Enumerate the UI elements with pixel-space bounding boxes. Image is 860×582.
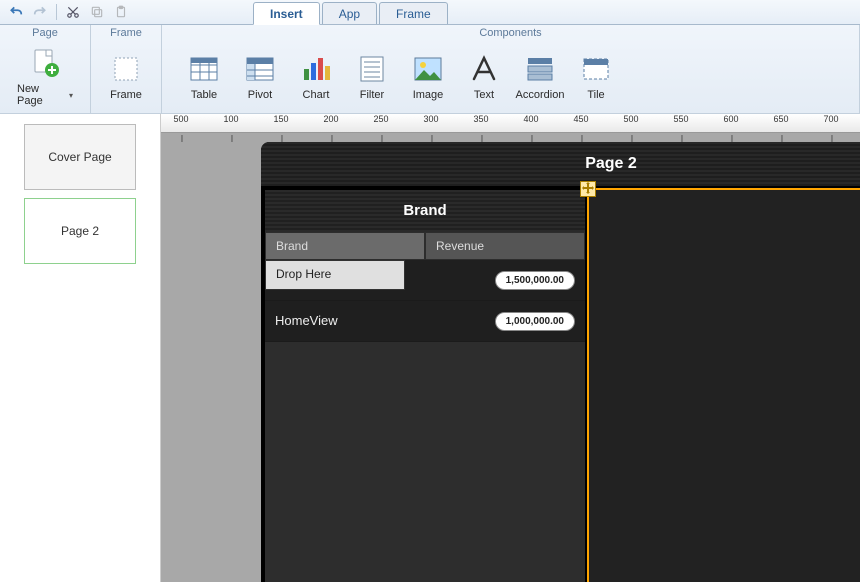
ruler-tick: 400 — [523, 114, 538, 124]
ruler-tick: 700 — [823, 114, 838, 124]
frame-button[interactable]: Frame — [98, 51, 154, 103]
tab-frame[interactable]: Frame — [379, 2, 448, 24]
insert-text-button[interactable]: Text — [456, 51, 512, 103]
move-handle-icon[interactable] — [580, 181, 596, 197]
cut-icon[interactable] — [63, 3, 83, 21]
insert-chart-button[interactable]: Chart — [288, 51, 344, 103]
insert-image-label: Image — [413, 89, 444, 101]
page-title: Page 2 — [261, 142, 860, 186]
new-page-label: New Page — [17, 83, 67, 107]
grid-header-brand[interactable]: Brand — [265, 232, 425, 260]
cell-revenue: 1,000,000.00 — [495, 312, 575, 331]
ruler-tick: 200 — [323, 114, 338, 124]
insert-filter-label: Filter — [360, 89, 384, 101]
insert-tile-label: Tile — [587, 89, 604, 101]
insert-text-label: Text — [474, 89, 494, 101]
ruler-tick: 550 — [673, 114, 688, 124]
ruler-tick: 150 — [273, 114, 288, 124]
new-page-button[interactable]: New Page▾ — [17, 45, 73, 109]
ruler-tick: 250 — [373, 114, 388, 124]
insert-accordion-label: Accordion — [516, 89, 565, 101]
ribbon-group-components-title: Components — [479, 25, 541, 41]
ruler: 500 100 150 200 250 300 350 400 450 500 550 600 650 7… — [161, 114, 860, 133]
grid-title: Brand — [265, 190, 585, 232]
table-row[interactable]: HomeView 1,000,000.00 — [265, 301, 585, 342]
ribbon-group-frame-title: Frame — [110, 25, 142, 41]
frame-label: Frame — [110, 89, 142, 101]
ruler-tick: 500 — [623, 114, 638, 124]
table-row[interactable]: Drop Here 1,500,000.00 — [265, 260, 585, 301]
ruler-tick: 600 — [723, 114, 738, 124]
chevron-down-icon: ▾ — [69, 91, 73, 100]
insert-chart-label: Chart — [303, 89, 330, 101]
ruler-tick: 450 — [573, 114, 588, 124]
ruler-tick: 650 — [773, 114, 788, 124]
page-list: Cover Page Page 2 — [0, 114, 161, 582]
insert-filter-button[interactable]: Filter — [344, 51, 400, 103]
insert-pivot-button[interactable]: Pivot — [232, 51, 288, 103]
page-thumb-page2[interactable]: Page 2 — [24, 198, 136, 264]
grid-component[interactable]: Brand Brand Revenue Drop Here 1,500,000.… — [265, 190, 585, 582]
page-thumb-cover[interactable]: Cover Page — [24, 124, 136, 190]
cell-brand: HomeView — [265, 301, 445, 341]
editor-canvas[interactable]: 500 100 150 200 250 300 350 400 450 500 550 600 650 7… — [161, 114, 860, 582]
page-canvas[interactable]: Page 2 Brand Brand Revenue Drop Here 1,5… — [261, 142, 860, 582]
redo-icon[interactable] — [30, 3, 50, 21]
ruler-tick: 350 — [473, 114, 488, 124]
insert-accordion-button[interactable]: Accordion — [512, 51, 568, 103]
ruler-tick: 100 — [223, 114, 238, 124]
insert-table-button[interactable]: Table — [176, 51, 232, 103]
undo-icon[interactable] — [6, 3, 26, 21]
insert-image-button[interactable]: Image — [400, 51, 456, 103]
cell-revenue: 1,500,000.00 — [495, 271, 575, 290]
insert-pivot-label: Pivot — [248, 89, 272, 101]
right-empty-panel[interactable] — [589, 190, 860, 582]
ribbon-group-page-title: Page — [32, 25, 58, 41]
ruler-tick: 300 — [423, 114, 438, 124]
insert-tile-button[interactable]: Tile — [568, 51, 624, 103]
copy-icon[interactable] — [87, 3, 107, 21]
ruler-tick: 500 — [173, 114, 188, 124]
drop-here-target[interactable]: Drop Here — [265, 260, 405, 290]
tab-app[interactable]: App — [322, 2, 377, 24]
insert-table-label: Table — [191, 89, 217, 101]
grid-header-revenue[interactable]: Revenue — [425, 232, 585, 260]
paste-icon[interactable] — [111, 3, 131, 21]
tab-insert[interactable]: Insert — [253, 2, 320, 25]
